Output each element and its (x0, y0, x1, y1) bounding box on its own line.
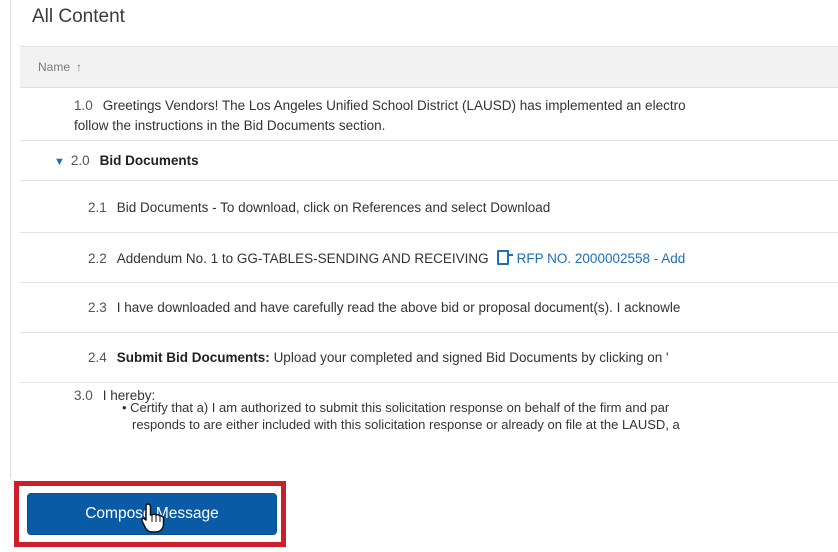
content-table: Name ↑ 1.0 Greetings Vendors! The Los Ang… (20, 46, 838, 446)
row-text: Addendum No. 1 to GG-TABLES-SENDING AND … (116, 251, 489, 266)
table-row-2-4[interactable]: 2.4 Submit Bid Documents: Upload your com… (20, 332, 838, 383)
row-number: 2.3 (88, 300, 107, 315)
row-text: Upload your completed and signed Bid Doc… (273, 350, 669, 365)
row-number: 2.1 (88, 200, 107, 215)
row-text: Bid Documents (99, 153, 199, 168)
bullet-line-1: • Certify that a) I am authorized to sub… (122, 400, 670, 415)
section-title: All Content (32, 6, 125, 27)
table-row-1-0[interactable]: 1.0 Greetings Vendors! The Los Angeles Un… (20, 88, 838, 141)
row-number: 2.0 (70, 153, 90, 168)
column-header-label: Name (38, 60, 71, 74)
hand-pointer-icon (141, 503, 165, 533)
row-text: Bid Documents - To download, click on Re… (116, 200, 551, 215)
row-text: I have downloaded and have carefully rea… (116, 300, 681, 315)
row-number: 1.0 (74, 98, 93, 113)
arrow-up-icon[interactable]: ↑ (76, 60, 82, 74)
table-row-2-2[interactable]: 2.2 Addendum No. 1 to GG-TABLES-SENDING A… (20, 232, 838, 283)
row-text-line2: follow the instructions in the Bid Docum… (74, 118, 386, 133)
scroll-fade (122, 433, 838, 446)
table-row-2-3[interactable]: 2.3 I have downloaded and have carefully … (20, 282, 838, 333)
table-row-2-1[interactable]: 2.1 Bid Documents - To download, click on… (20, 180, 838, 233)
row-bold-text: Submit Bid Documents: (116, 350, 270, 365)
row-text: Greetings Vendors! The Los Angeles Unifi… (102, 98, 686, 113)
row-number: 2.2 (88, 251, 107, 266)
bullet-line-2: responds to are either included with thi… (132, 417, 680, 432)
row-number: 2.4 (88, 350, 107, 365)
column-header-name[interactable]: Name ↑ (20, 46, 838, 88)
left-divider (10, 0, 11, 478)
document-icon[interactable] (496, 250, 513, 265)
table-row-2-0[interactable]: ▼ 2.0 Bid Documents (20, 140, 838, 181)
row-number: 3.0 (74, 388, 93, 403)
caret-down-icon[interactable]: ▼ (54, 156, 65, 168)
attachment-link[interactable]: RFP NO. 2000002558 - Add (517, 251, 686, 266)
